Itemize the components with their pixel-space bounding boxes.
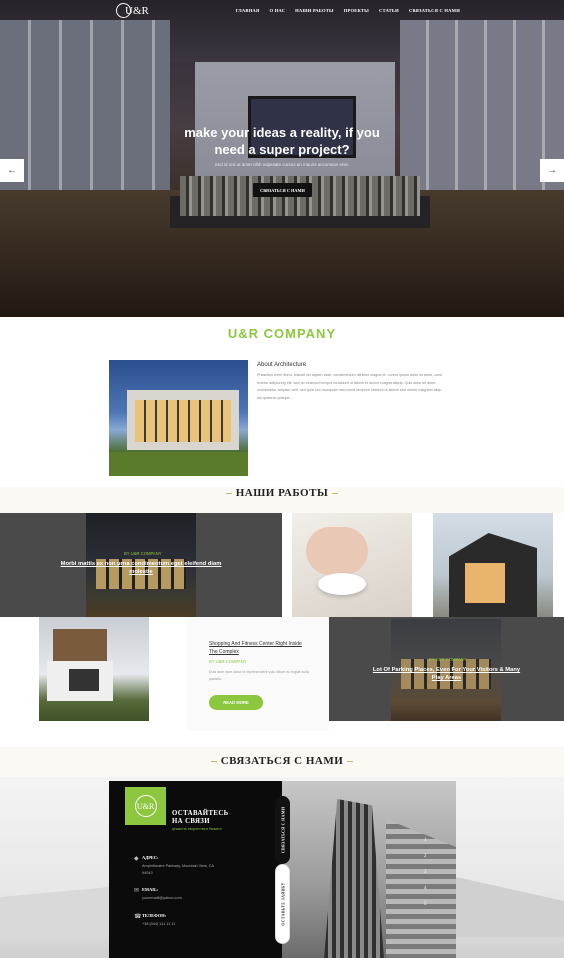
email-label: EMAIL: xyxy=(142,887,159,892)
address-block: ◆ АДРЕС: Amphitheatre Parkway, Mountain … xyxy=(134,855,214,877)
work-tile-1[interactable]: BY U&R COMPANY Morbi mattis ex non urna … xyxy=(0,513,282,617)
works-section-title: НАШИ РАБОТЫ xyxy=(0,487,564,499)
about-image xyxy=(109,360,248,476)
tab-contact-us[interactable]: СВЯЗАТЬСЯ С НАМИ xyxy=(275,796,290,864)
pager-item[interactable]: 2 xyxy=(424,854,427,859)
about-text: Phasellus enim libero, blandit vel sapie… xyxy=(257,373,442,400)
contact-logo: U&R xyxy=(125,787,166,825)
envelope-icon: ✉ xyxy=(134,888,140,894)
tile-caption-link[interactable]: Shopping And Fitness Center Right Inside… xyxy=(209,640,309,656)
tile-caption-link[interactable]: Lot Of Parking Places, Even For Your Vis… xyxy=(369,666,524,682)
pager-item[interactable]: 3 xyxy=(424,870,427,875)
site-logo[interactable]: U&R xyxy=(116,3,149,18)
arrow-left-icon: ← xyxy=(7,165,17,176)
tile-text: Duis aute irure dolor in reprehenderit v… xyxy=(209,670,309,681)
hero-contact-button[interactable]: СВЯЗАТЬСЯ С НАМИ xyxy=(253,183,312,197)
about-heading: About Architecture xyxy=(257,362,307,368)
phone-label: ТЕЛЕФОН: xyxy=(142,913,167,918)
logo-circle-icon: U&R xyxy=(134,795,157,817)
menu-item-articles[interactable]: СТАТЬИ xyxy=(379,8,399,13)
phone-icon: ☎ xyxy=(134,914,142,920)
tile-tag: BY U&R COMPANY xyxy=(429,657,467,662)
hero-title: make your ideas a reality, if you need a… xyxy=(184,125,380,157)
tile-tag: BY U&R COMPANY xyxy=(124,551,162,556)
page: U&R ГЛАВНАЯ О НАС НАШИ РАБОТЫ ПРОЕКТЫ СТ… xyxy=(0,0,564,958)
tile-caption-link[interactable]: Morbi mattis ex non urna condimentum ege… xyxy=(60,560,222,576)
contact-card: U&R ОСТАВАЙТЕСЬ НА СВЯЗИ ценность творче… xyxy=(109,781,282,958)
pager-item[interactable]: 5 xyxy=(424,902,427,907)
slider-prev-button[interactable]: ← xyxy=(0,159,24,182)
pager-item[interactable]: 1 xyxy=(424,838,427,843)
main-menu: ГЛАВНАЯ О НАС НАШИ РАБОТЫ ПРОЕКТЫ СТАТЬИ… xyxy=(236,8,460,13)
tab-leave-request[interactable]: ОСТАВЬТЕ ЗАЯВКУ xyxy=(275,864,290,944)
arrow-right-icon: → xyxy=(547,165,557,176)
work-tile-5: Shopping And Fitness Center Right Inside… xyxy=(187,617,329,731)
work-tile-4[interactable] xyxy=(39,617,149,721)
menu-item-home[interactable]: ГЛАВНАЯ xyxy=(236,8,260,13)
tile-tag: BY U&R COMPANY xyxy=(209,659,247,664)
work-tile-3[interactable] xyxy=(433,513,553,617)
email-block: ✉ EMAIL: youremaill@yahoo.com xyxy=(134,887,214,902)
phone-value[interactable]: +38 (044) 111 11 11 xyxy=(142,921,214,928)
menu-item-about[interactable]: О НАС xyxy=(269,8,285,13)
phone-block: ☎ ТЕЛЕФОН: +38 (044) 111 11 11 xyxy=(134,913,214,928)
location-pin-icon: ◆ xyxy=(134,856,139,862)
address-value: Amphitheatre Parkway, Mountain View, CA … xyxy=(142,864,214,875)
company-title: U&R COMPANY xyxy=(227,326,337,341)
contact-heading: ОСТАВАЙТЕСЬ НА СВЯЗИ xyxy=(172,810,229,825)
pager-item[interactable]: 4 xyxy=(424,886,427,891)
menu-item-projects[interactable]: ПРОЕКТЫ xyxy=(344,8,369,13)
work-tile-2[interactable] xyxy=(292,513,412,617)
contact-slogan: ценность творчества в бизнесе xyxy=(172,827,222,831)
hero-slider: U&R ГЛАВНАЯ О НАС НАШИ РАБОТЫ ПРОЕКТЫ СТ… xyxy=(0,0,564,317)
email-value[interactable]: youremaill@yahoo.com xyxy=(142,895,214,902)
menu-item-works[interactable]: НАШИ РАБОТЫ xyxy=(295,8,334,13)
slider-next-button[interactable]: → xyxy=(540,159,564,182)
menu-item-contact[interactable]: СВЯЗАТЬСЯ С НАМИ xyxy=(409,8,460,13)
hero-subtitle: Sed id nisi ut amet nibh vulputate cursu… xyxy=(214,162,350,167)
read-more-button[interactable]: READ MORE xyxy=(209,695,263,710)
contact-section-title: СВЯЗАТЬСЯ С НАМИ xyxy=(0,755,564,767)
contact-pager: 1 2 3 4 5 xyxy=(424,838,427,907)
contact-image xyxy=(282,781,456,958)
work-tile-6[interactable]: BY U&R COMPANY Lot Of Parking Places, Ev… xyxy=(329,617,564,721)
top-nav: U&R ГЛАВНАЯ О НАС НАШИ РАБОТЫ ПРОЕКТЫ СТ… xyxy=(0,0,564,22)
address-label: АДРЕС: xyxy=(142,855,159,860)
